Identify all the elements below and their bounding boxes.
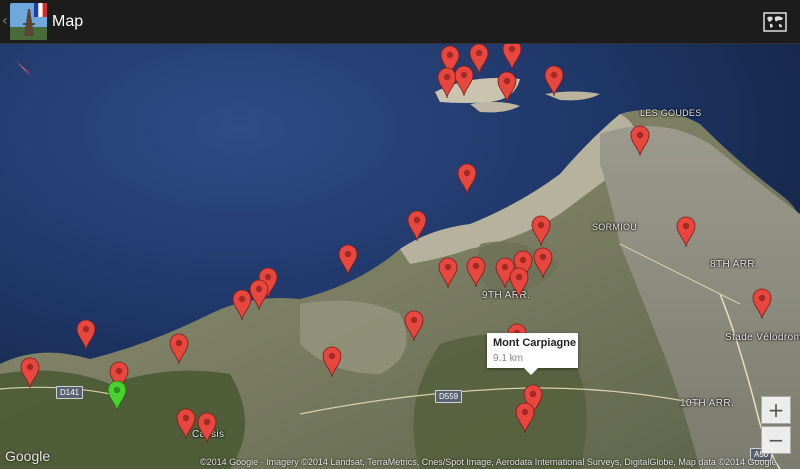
info-window[interactable]: Mont Carpiagne 9.1 km bbox=[487, 333, 578, 375]
place-label: LES GOUDES bbox=[640, 108, 702, 118]
map-attribution[interactable]: ©2014 Google · Imagery ©2014 Landsat, Te… bbox=[200, 457, 777, 467]
place-label: SORMIOU bbox=[592, 222, 638, 232]
map-marker-icon[interactable] bbox=[407, 210, 427, 242]
road-shield: D141 bbox=[56, 386, 84, 399]
info-window-title: Mont Carpiagne bbox=[493, 337, 577, 349]
place-label: 8TH ARR. bbox=[710, 259, 759, 270]
map-marker-icon[interactable] bbox=[515, 402, 535, 434]
map-marker-icon[interactable] bbox=[544, 65, 564, 97]
map-marker-icon[interactable] bbox=[676, 216, 696, 248]
map-marker-icon[interactable] bbox=[533, 247, 553, 279]
map-marker-icon[interactable] bbox=[454, 65, 474, 97]
up-caret-icon[interactable]: ‹ bbox=[2, 13, 8, 29]
place-label: 10TH ARR. bbox=[680, 398, 735, 409]
world-map-icon bbox=[763, 12, 787, 32]
map-marker-icon[interactable] bbox=[404, 310, 424, 342]
map-marker-icon[interactable] bbox=[197, 412, 217, 444]
map-type-button[interactable] bbox=[759, 8, 791, 36]
app-title: Map bbox=[52, 13, 84, 30]
map-marker-icon[interactable] bbox=[531, 215, 551, 247]
map-marker-icon[interactable] bbox=[457, 163, 477, 195]
map-marker-icon[interactable] bbox=[249, 279, 269, 311]
map-marker-icon[interactable] bbox=[176, 408, 196, 440]
map-marker-icon[interactable] bbox=[509, 267, 529, 299]
compass-icon[interactable] bbox=[12, 56, 38, 82]
map-marker-icon[interactable] bbox=[20, 357, 40, 389]
map-marker-icon[interactable] bbox=[497, 71, 517, 103]
zoom-out-button[interactable]: − bbox=[761, 426, 791, 454]
map-marker-icon[interactable] bbox=[322, 346, 342, 378]
road-shield: D559 bbox=[435, 390, 463, 403]
action-bar: ‹ Map bbox=[0, 0, 800, 44]
eiffel-tower-flag-icon[interactable] bbox=[10, 3, 47, 40]
map-marker-icon[interactable] bbox=[338, 244, 358, 276]
google-logo: Google bbox=[5, 448, 51, 464]
map-view[interactable]: LES GOUDES SORMIOU 8TH ARR. 9TH ARR. Sta… bbox=[0, 44, 800, 469]
map-marker-icon[interactable] bbox=[502, 44, 522, 71]
map-marker-icon[interactable] bbox=[752, 288, 772, 320]
map-marker-icon[interactable] bbox=[232, 289, 252, 321]
place-label: Stade Vélodrome bbox=[725, 332, 800, 343]
map-marker-icon[interactable] bbox=[169, 333, 189, 365]
map-marker-icon[interactable] bbox=[466, 256, 486, 288]
zoom-in-button[interactable]: + bbox=[761, 396, 791, 424]
map-marker-icon[interactable] bbox=[630, 125, 650, 157]
current-location-marker-icon[interactable] bbox=[107, 380, 127, 412]
map-marker-icon[interactable] bbox=[76, 319, 96, 351]
map-marker-icon[interactable] bbox=[438, 257, 458, 289]
info-window-distance: 9.1 km bbox=[493, 353, 524, 364]
